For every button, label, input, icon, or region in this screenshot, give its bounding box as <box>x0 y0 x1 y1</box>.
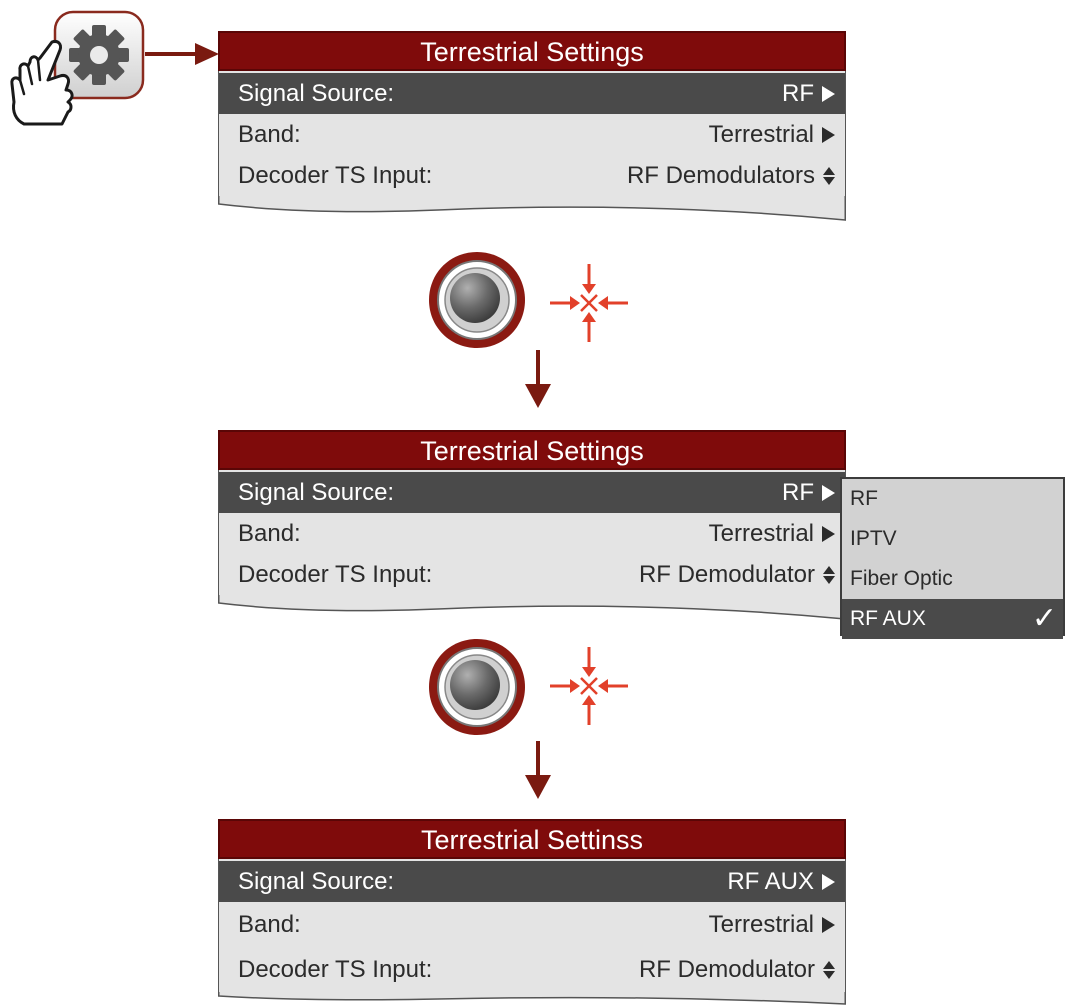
arrow-right-icon <box>822 525 835 542</box>
arrow-right-icon <box>822 873 835 890</box>
row-label: Band: <box>238 910 301 938</box>
up-down-arrows-icon <box>823 960 835 979</box>
panel-title: Terrestrial Settinss <box>218 819 846 859</box>
dropdown-option-iptv[interactable]: IPTV <box>842 519 1063 559</box>
dropdown-option-fiber-optic[interactable]: Fiber Optic <box>842 559 1063 599</box>
settings-list: Signal Source: RF Band: Terrestrial Deco… <box>218 470 846 595</box>
joystick-button-icon[interactable] <box>426 636 528 738</box>
row-label: Decoder TS Input: <box>238 955 433 983</box>
row-value: Terrestrial <box>708 120 814 148</box>
row-label: Decoder TS Input: <box>238 161 433 189</box>
row-label: Decoder TS Input: <box>238 560 433 588</box>
dropdown-option-rf[interactable]: RF <box>842 479 1063 519</box>
dropdown-option-rf-aux[interactable]: RF AUX ✓ <box>842 599 1063 639</box>
terrestrial-settings-panel: Terrestrial Settings Signal Source: RF B… <box>218 31 846 222</box>
press-center-icon <box>550 647 628 725</box>
arrow-right-icon <box>822 126 835 143</box>
press-center-icon <box>550 264 628 342</box>
down-arrow <box>525 741 551 799</box>
option-label: RF <box>850 487 878 510</box>
band-row[interactable]: Band: Terrestrial <box>219 513 845 554</box>
terrestrial-settings-panel: Terrestrial Settings Signal Source: RF B… <box>218 430 846 621</box>
decoder-ts-input-row[interactable]: Decoder TS Input: RF Demodulators <box>219 155 845 196</box>
connector-arrow <box>145 43 219 65</box>
hand-pointer-icon <box>10 40 74 126</box>
row-value: Terrestrial <box>708 519 814 547</box>
settings-list: Signal Source: RF AUX Band: Terrestrial … <box>218 859 846 992</box>
band-row[interactable]: Band: Terrestrial <box>219 114 845 155</box>
row-label: Signal Source: <box>238 867 395 895</box>
signal-source-row[interactable]: Signal Source: RF AUX <box>219 861 845 902</box>
row-value: RF Demodulators <box>626 161 815 189</box>
row-value: RF AUX <box>727 867 814 895</box>
down-arrow <box>525 350 551 408</box>
row-value: Terrestrial <box>708 910 814 938</box>
panel-title: Terrestrial Settings <box>218 31 846 71</box>
joystick-button-icon[interactable] <box>426 249 528 351</box>
up-down-arrows-icon <box>823 565 835 584</box>
panel-title: Terrestrial Settings <box>218 430 846 470</box>
arrow-right-icon <box>822 85 835 102</box>
up-down-arrows-icon <box>823 166 835 185</box>
row-value: RF <box>782 478 814 506</box>
option-label: Fiber Optic <box>850 567 953 590</box>
signal-source-row[interactable]: Signal Source: RF <box>219 73 845 114</box>
panel-bottom-edge <box>218 196 846 221</box>
terrestrial-settings-panel: Terrestrial Settinss Signal Source: RF A… <box>218 819 846 1006</box>
row-value: RF Demodulator <box>638 560 815 588</box>
row-value: RF <box>782 79 814 107</box>
option-label: RF AUX <box>850 607 926 630</box>
signal-source-dropdown: RF IPTV Fiber Optic RF AUX ✓ <box>840 477 1065 639</box>
row-label: Signal Source: <box>238 478 395 506</box>
arrow-right-icon <box>822 916 835 933</box>
panel-bottom-edge <box>218 992 846 1005</box>
checkmark-icon: ✓ <box>1031 602 1057 635</box>
decoder-ts-input-row[interactable]: Decoder TS Input: RF Demodulator <box>219 947 845 992</box>
signal-source-row[interactable]: Signal Source: RF <box>219 472 845 513</box>
settings-list: Signal Source: RF Band: Terrestrial Deco… <box>218 71 846 196</box>
option-label: IPTV <box>850 527 897 550</box>
row-value: RF Demodulator <box>638 955 815 983</box>
arrow-right-icon <box>822 484 835 501</box>
decoder-ts-input-row[interactable]: Decoder TS Input: RF Demodulator <box>219 554 845 595</box>
row-label: Band: <box>238 519 301 547</box>
band-row[interactable]: Band: Terrestrial <box>219 902 845 947</box>
row-label: Signal Source: <box>238 79 395 107</box>
panel-bottom-edge <box>218 595 846 620</box>
row-label: Band: <box>238 120 301 148</box>
